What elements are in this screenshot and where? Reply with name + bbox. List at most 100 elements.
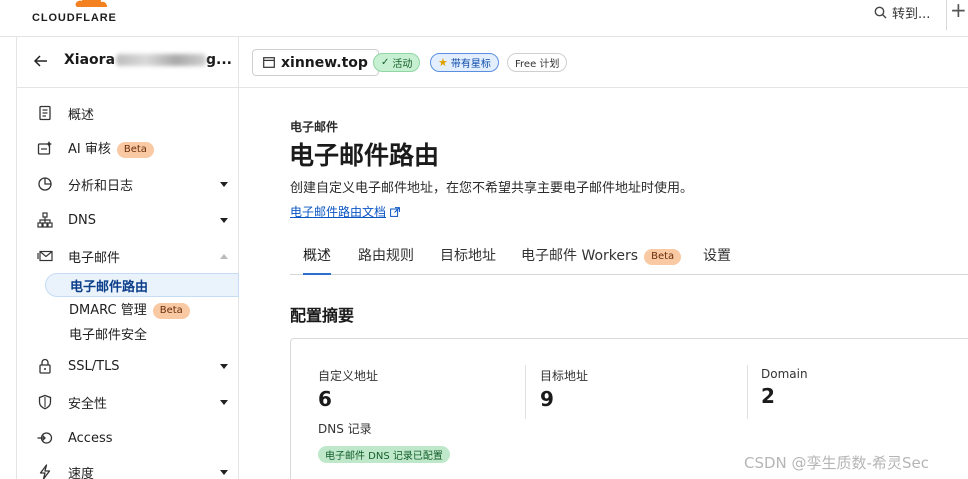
window-icon — [263, 57, 275, 68]
sidebar-subitem-dmarc[interactable]: DMARC 管理 Beta — [45, 297, 239, 321]
tab-overview[interactable]: 概述 — [303, 245, 331, 275]
divider — [747, 365, 748, 419]
shield-icon — [38, 394, 52, 410]
dns-records-label: DNS 记录 — [318, 422, 372, 436]
divider — [946, 0, 947, 30]
tab-email-workers[interactable]: 电子邮件 Workers Beta — [521, 245, 682, 275]
account-name: Xiaora g... — [64, 52, 232, 68]
check-icon: ✓ — [381, 57, 390, 68]
sidebar-item-label: 安全性 — [68, 396, 108, 412]
add-button[interactable]: + — [950, 0, 968, 28]
sidebar-item-label: 电子邮件 — [68, 250, 121, 266]
email-icon — [37, 250, 53, 262]
status-badge: ✓ 活动 — [373, 53, 421, 72]
sidebar-item-label: AI 审核 — [68, 142, 111, 157]
sidebar-item-speed[interactable]: 速度 — [17, 455, 239, 479]
sidebar-item-ssl-tls[interactable]: SSL/TLS — [17, 349, 239, 383]
ai-audit-icon — [37, 141, 52, 155]
search-icon — [874, 6, 887, 18]
page-title: 电子邮件路由 — [289, 141, 440, 170]
sidebar-item-label: 概述 — [68, 107, 95, 123]
sidebar-item-label: Access — [68, 430, 113, 446]
status-label: 活动 — [392, 59, 413, 70]
account-selector[interactable]: Xiaora g... — [17, 37, 239, 88]
redacted-blur — [116, 54, 207, 66]
beta-badge: Beta — [152, 303, 190, 319]
top-bar: CLOUDFLARE 转到... + — [0, 0, 968, 37]
goto-search[interactable]: 转到... — [874, 2, 930, 22]
sidebar-item-label: 分析和日志 — [68, 178, 134, 194]
sidebar-item-ai-audit[interactable]: AI 审核 Beta — [17, 131, 239, 165]
chevron-down-icon[interactable] — [220, 469, 228, 475]
doc-link-label: 电子邮件路由文档 — [290, 205, 387, 219]
sidebar-item-access[interactable]: Access — [17, 421, 239, 455]
sidebar-subitem-label: 电子邮件路由 — [70, 279, 149, 295]
tab-settings[interactable]: 设置 — [703, 245, 731, 275]
sidebar-item-security[interactable]: 安全性 — [17, 385, 239, 419]
sidebar-item-dns[interactable]: DNS — [17, 203, 239, 237]
stat-label: 目标地址 — [540, 369, 589, 383]
sidebar-subitem-email-security[interactable]: 电子邮件安全 — [45, 321, 239, 345]
star-icon: ★ — [438, 56, 448, 69]
access-icon — [37, 432, 53, 444]
chevron-down-icon[interactable] — [220, 217, 228, 223]
tab-bar: 概述 路由规则 目标地址 电子邮件 Workers Beta 设置 — [290, 237, 968, 275]
chart-icon — [38, 177, 52, 191]
cloudflare-logo[interactable]: CLOUDFLARE — [32, 0, 132, 30]
stat-destination-addresses: 目标地址 9 — [540, 367, 588, 411]
account-name-prefix: Xiaora — [64, 52, 116, 68]
tab-label: 电子邮件 Workers — [521, 248, 639, 264]
logo-wordmark: CLOUDFLARE — [32, 12, 117, 24]
sidebar-item-label: SSL/TLS — [68, 358, 120, 374]
documentation-link[interactable]: 电子邮件路由文档 — [290, 203, 400, 220]
goto-label: 转到... — [892, 6, 931, 22]
stat-label: Domain — [761, 367, 808, 381]
stat-value: 2 — [761, 384, 775, 408]
beta-badge: Beta — [116, 142, 154, 158]
plan-badge[interactable]: Free 计划 — [507, 53, 568, 72]
stat-custom-addresses: 自定义地址 6 — [318, 367, 378, 411]
chevron-down-icon[interactable] — [220, 363, 228, 369]
tab-destination-addresses[interactable]: 目标地址 — [440, 245, 496, 275]
zone-selector[interactable]: xinnew.top — [252, 49, 379, 76]
watermark: CSDN @孪生质数-希灵Sec — [744, 454, 929, 472]
tab-routing-rules[interactable]: 路由规则 — [358, 245, 414, 275]
sidebar-item-email[interactable]: 电子邮件 — [17, 239, 239, 273]
stat-value: 9 — [540, 387, 554, 411]
cloud-logo-icon — [75, 0, 107, 7]
beta-badge: Beta — [644, 249, 682, 265]
sidebar-item-label: DNS — [68, 212, 96, 228]
dns-network-icon — [37, 212, 53, 228]
document-icon — [39, 105, 51, 121]
lightning-icon — [39, 464, 51, 479]
stat-value: 6 — [318, 387, 332, 411]
account-name-suffix: g... — [206, 52, 232, 68]
stat-domain: Domain 2 — [761, 367, 808, 408]
starred-label: 带有星标 — [450, 59, 491, 70]
sidebar-subitem-email-routing[interactable]: 电子邮件路由 — [45, 273, 239, 297]
sidebar-item-label: 速度 — [68, 466, 95, 479]
page-description: 创建自定义电子邮件地址，在您不希望共享主要电子邮件地址时使用。 — [290, 181, 694, 196]
sidebar-item-label-wrap: AI 审核 Beta — [68, 138, 154, 158]
zone-name: xinnew.top — [281, 54, 368, 71]
zone-header: xinnew.top ✓ 活动 ★ 带有星标 Free 计划 — [239, 37, 968, 88]
sidebar-item-analytics[interactable]: 分析和日志 — [17, 167, 239, 201]
back-arrow-icon[interactable] — [33, 53, 49, 69]
sidebar-subitem-label-wrap: DMARC 管理 Beta — [69, 299, 190, 319]
section-title: 配置摘要 — [290, 306, 355, 325]
breadcrumb[interactable]: 电子邮件 — [290, 118, 338, 135]
lock-icon — [39, 358, 51, 374]
sidebar-subitem-label: 电子邮件安全 — [69, 327, 148, 343]
sidebar: Xiaora g... 概述 AI 审核 Beta 分析和日志 DNS 电子邮件… — [16, 37, 239, 479]
divider — [525, 365, 526, 419]
chevron-down-icon[interactable] — [220, 399, 228, 405]
sidebar-subitem-label: DMARC 管理 — [69, 303, 147, 318]
starred-badge[interactable]: ★ 带有星标 — [430, 53, 499, 72]
stat-label: 自定义地址 — [318, 369, 379, 383]
chevron-down-icon[interactable] — [220, 181, 228, 187]
sidebar-item-overview[interactable]: 概述 — [17, 96, 239, 130]
plan-label: Free 计划 — [515, 59, 560, 70]
chevron-up-icon[interactable] — [220, 253, 228, 259]
external-link-icon — [390, 206, 400, 217]
dns-status-badge: 电子邮件 DNS 记录已配置 — [318, 446, 450, 463]
